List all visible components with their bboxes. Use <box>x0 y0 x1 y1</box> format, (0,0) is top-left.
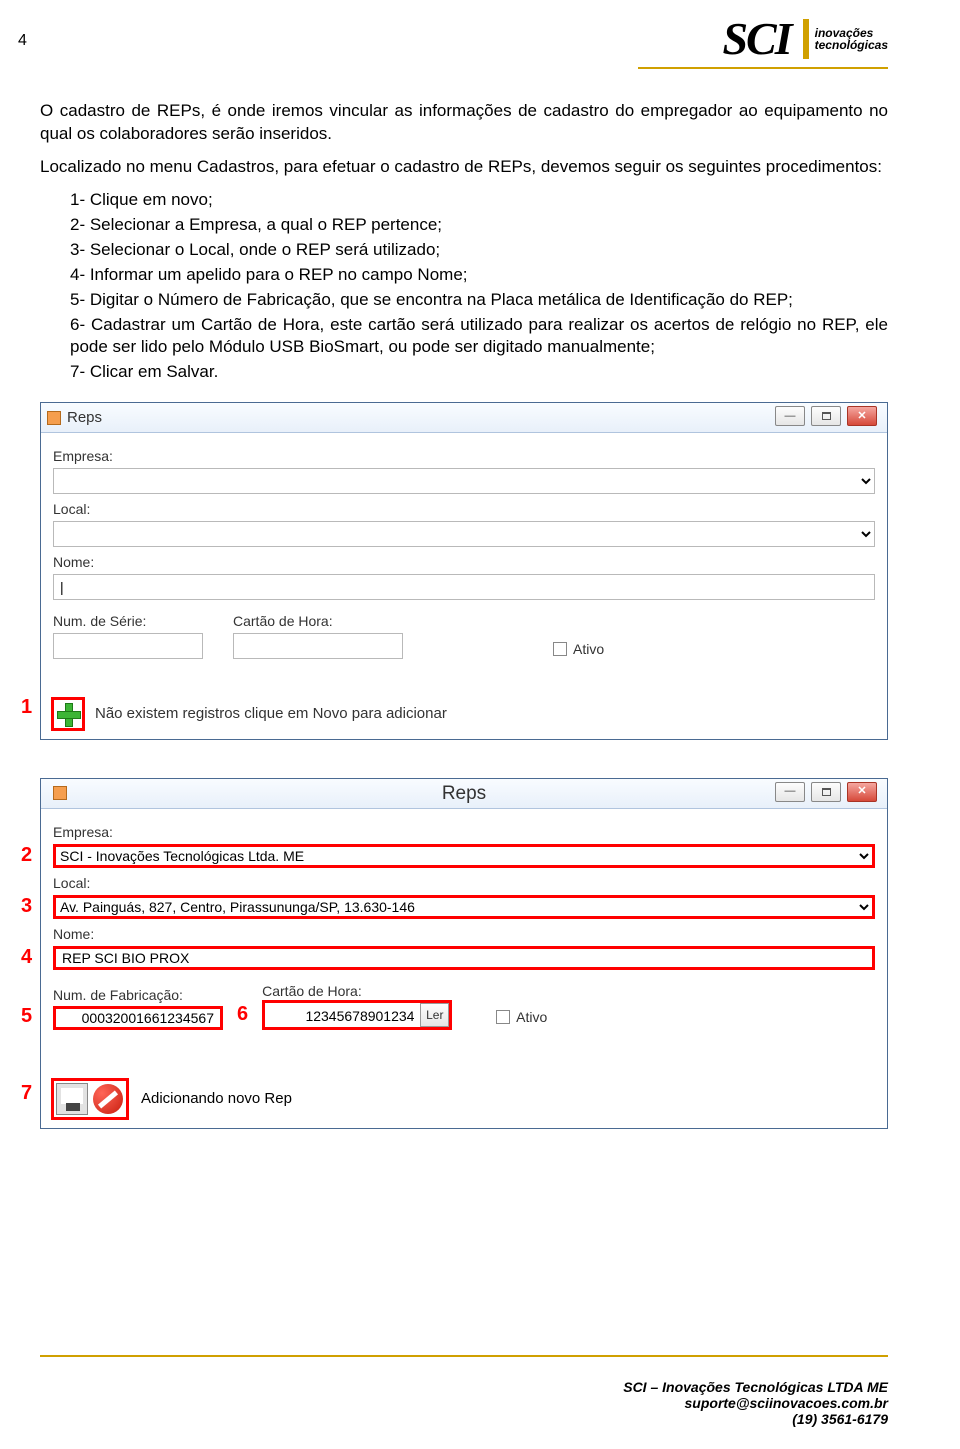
local-select[interactable]: Av. Painguás, 827, Centro, Pirassununga/… <box>53 895 875 919</box>
label-empresa: Empresa: <box>53 447 875 466</box>
empresa-select[interactable]: SCI - Inovações Tecnológicas Ltda. ME <box>53 844 875 868</box>
status-text: Não existem registros clique em Novo par… <box>95 704 447 724</box>
window-titlebar: Reps — ✕ <box>41 403 887 433</box>
num-serie-input[interactable] <box>53 633 203 659</box>
app-icon <box>47 411 61 425</box>
new-button[interactable] <box>51 697 85 731</box>
label-local: Local: <box>53 500 875 519</box>
page-number: 4 <box>18 32 27 50</box>
plus-icon <box>55 701 81 727</box>
label-empresa: Empresa: <box>53 823 875 842</box>
footer-email: suporte@sciinovacoes.com.br <box>623 1395 888 1411</box>
label-ativo: Ativo <box>573 640 604 659</box>
callout-6: 6 <box>237 1001 248 1028</box>
status-text: Adicionando novo Rep <box>141 1089 292 1109</box>
brand-header: SCI inovações tecnológicas <box>638 12 888 69</box>
label-nome: Nome: <box>53 925 875 944</box>
cancel-button[interactable] <box>91 1082 125 1116</box>
list-item: 4- Informar um apelido para o REP no cam… <box>70 264 888 287</box>
label-num-serie: Num. de Série: <box>53 612 203 631</box>
maximize-button[interactable] <box>811 406 841 426</box>
page-footer: SCI – Inovações Tecnológicas LTDA ME sup… <box>623 1379 888 1427</box>
footer-phone: (19) 3561-6179 <box>623 1411 888 1427</box>
cartao-input[interactable] <box>265 1005 420 1027</box>
paragraph-1: O cadastro de REPs, é onde iremos vincul… <box>40 100 888 146</box>
list-item: 3- Selecionar o Local, onde o REP será u… <box>70 239 888 262</box>
callout-3: 3 <box>21 893 32 920</box>
window-titlebar: Reps — ✕ <box>41 779 887 809</box>
label-cartao: Cartão de Hora: <box>262 982 452 1001</box>
brand-logo-text: SCI <box>722 12 790 65</box>
window-title: Reps <box>442 781 486 807</box>
footer-company: SCI – Inovações Tecnológicas LTDA ME <box>623 1379 888 1395</box>
ativo-checkbox[interactable] <box>496 1010 510 1024</box>
screenshot-reps-filled: Reps — ✕ Empresa: SCI - Inovações Tecnol… <box>40 778 888 1130</box>
nome-input[interactable] <box>53 946 875 970</box>
callout-1: 1 <box>21 694 32 721</box>
status-bar: Não existem registros clique em Novo par… <box>41 689 887 739</box>
minimize-button[interactable]: — <box>775 782 805 802</box>
save-button[interactable] <box>55 1082 89 1116</box>
ler-button[interactable]: Ler <box>420 1003 449 1027</box>
maximize-button[interactable] <box>811 782 841 802</box>
footer-divider <box>40 1355 888 1357</box>
local-select[interactable] <box>53 521 875 547</box>
list-item: 2- Selecionar a Empresa, a qual o REP pe… <box>70 214 888 237</box>
nome-input[interactable] <box>53 574 875 600</box>
brand-tagline-2: tecnológicas <box>815 39 888 51</box>
minimize-button[interactable]: — <box>775 406 805 426</box>
empresa-select[interactable] <box>53 468 875 494</box>
paragraph-2: Localizado no menu Cadastros, para efetu… <box>40 156 888 179</box>
status-bar: Adicionando novo Rep 7 <box>41 1070 887 1128</box>
brand-tagline-1: inovações <box>815 27 888 39</box>
callout-5: 5 <box>21 1003 32 1030</box>
label-num-fab: Num. de Fabricação: <box>53 986 223 1005</box>
screenshot-reps-empty: Reps — ✕ Empresa: Local: Nome: Num. de S… <box>40 402 888 740</box>
callout-2: 2 <box>21 842 32 869</box>
forbidden-icon <box>93 1084 123 1114</box>
brand-bar-icon <box>803 19 809 59</box>
header-divider <box>638 67 888 69</box>
callout-4: 4 <box>21 944 32 971</box>
list-item: 5- Digitar o Número de Fabricação, que s… <box>70 289 888 312</box>
floppy-disk-icon <box>56 1083 88 1115</box>
procedure-list: 1- Clique em novo; 2- Selecionar a Empre… <box>40 189 888 385</box>
label-local: Local: <box>53 874 875 893</box>
list-item: 7- Clicar em Salvar. <box>70 361 888 384</box>
close-button[interactable]: ✕ <box>847 782 877 802</box>
num-fabricacao-input[interactable] <box>53 1006 223 1030</box>
ativo-checkbox[interactable] <box>553 642 567 656</box>
list-item: 1- Clique em novo; <box>70 189 888 212</box>
callout-7: 7 <box>21 1080 32 1107</box>
label-ativo: Ativo <box>516 1008 547 1027</box>
app-icon <box>53 786 67 800</box>
window-title: Reps <box>67 408 102 428</box>
list-item: 6- Cadastrar um Cartão de Hora, este car… <box>70 314 888 360</box>
close-button[interactable]: ✕ <box>847 406 877 426</box>
label-nome: Nome: <box>53 553 875 572</box>
cartao-input[interactable] <box>233 633 403 659</box>
label-cartao: Cartão de Hora: <box>233 612 403 631</box>
